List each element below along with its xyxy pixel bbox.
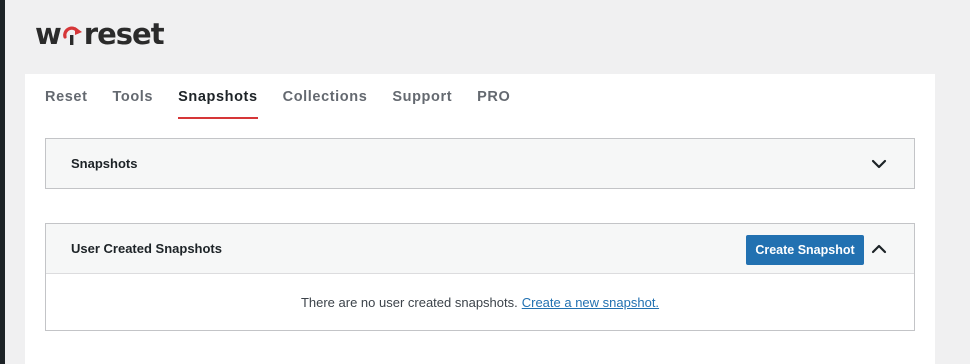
create-new-snapshot-link[interactable]: Create a new snapshot. (522, 295, 659, 310)
empty-state-text: There are no user created snapshots. (300, 294, 518, 310)
tab-collections[interactable]: Collections (283, 86, 368, 119)
page-gutter (935, 0, 970, 364)
snapshots-card-header[interactable]: Snapshots (46, 139, 914, 188)
tab-snapshots[interactable]: Snapshots (178, 86, 258, 119)
logo-text-w: w (35, 17, 62, 51)
main-panel: Reset Tools Snapshots Collections Suppor… (25, 74, 935, 364)
wp-reset-logo: w reset (35, 14, 165, 54)
chevron-up-icon[interactable] (870, 240, 888, 258)
snapshots-card: Snapshots (45, 138, 915, 189)
plugin-header: w reset (5, 0, 935, 74)
snapshots-card-title: Snapshots (71, 156, 138, 171)
tab-support[interactable]: Support (392, 86, 452, 119)
tab-reset[interactable]: Reset (45, 86, 88, 119)
logo-refresh-mark-icon (62, 26, 82, 45)
logo-text-reset: reset (83, 17, 165, 51)
user-snapshots-card-title: User Created Snapshots (71, 241, 222, 256)
tab-tools[interactable]: Tools (113, 86, 154, 119)
user-snapshots-card-header: User Created Snapshots Create Snapshot (46, 224, 914, 273)
tab-pro[interactable]: PRO (477, 86, 510, 119)
user-snapshots-empty-state: There are no user created snapshots. Cre… (46, 273, 914, 330)
tab-bar: Reset Tools Snapshots Collections Suppor… (45, 86, 535, 122)
create-snapshot-button[interactable]: Create Snapshot (746, 235, 864, 265)
chevron-down-icon[interactable] (870, 155, 888, 173)
user-snapshots-card: User Created Snapshots Create Snapshot T… (45, 223, 915, 331)
